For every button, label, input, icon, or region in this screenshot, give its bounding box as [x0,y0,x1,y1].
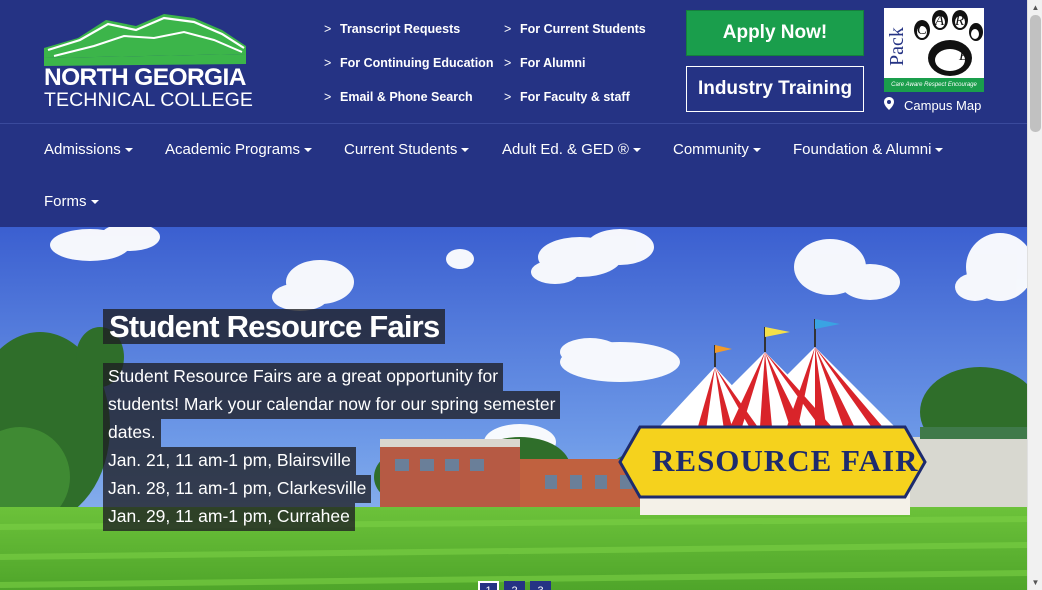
care-letter-c: C [917,22,928,38]
slide-date-clarkesville: Jan. 28, 11 am-1 pm, Clarkesville [103,475,372,503]
chevron-right-icon: > [504,90,512,104]
scroll-thumb[interactable] [1030,15,1041,132]
link-label: Transcript Requests [340,22,461,36]
campus-map-label: Campus Map [904,98,982,113]
slide-title: Student Resource Fairs [103,309,446,344]
logo-text-north-georgia: NORTH GEORGIA [44,64,246,91]
caret-down-icon [90,200,99,205]
chevron-right-icon: > [324,90,332,104]
slide-dot-3[interactable]: 3 [530,581,551,590]
nav-adult-ed-ged[interactable]: Adult Ed. & GED ® [502,141,641,158]
care-letter-e: E [959,48,969,64]
nav-label: Admissions [44,141,121,158]
logo-text-technical-college: TECHNICAL COLLEGE [44,89,254,111]
caret-down-icon [752,148,761,153]
link-for-current-students[interactable]: > For Current Students [504,22,646,36]
campus-map-link[interactable]: Campus Map [884,97,981,113]
page-scrollbar[interactable]: ▲ ▼ [1027,0,1042,590]
page: NORTH GEORGIA TECHNICAL COLLEGE > Transcr… [0,0,1027,590]
slide-date-blairsville: Jan. 21, 11 am-1 pm, Blairsville [103,447,356,475]
chevron-right-icon: > [504,56,512,70]
link-email-phone-search[interactable]: > Email & Phone Search [324,90,473,104]
quick-links: > Transcript Requests > For Current Studen… [324,16,664,116]
link-for-faculty-staff[interactable]: > For Faculty & staff [504,90,630,104]
pack-word: Pack [886,27,908,66]
caret-down-icon [935,148,944,153]
site-header: NORTH GEORGIA TECHNICAL COLLEGE > Transcr… [0,0,1027,123]
caret-down-icon [124,148,133,153]
link-label: For Continuing Education [340,56,494,70]
resource-fair-banner-text: RESOURCE FAIR [652,443,919,478]
slide-text-line: dates. [103,419,161,447]
main-navigation: Admissions Academic Programs Current Stu… [0,123,1027,227]
nav-label: Community [673,141,749,158]
nav-academic-programs[interactable]: Academic Programs [165,141,313,158]
nav-label: Academic Programs [165,141,301,158]
nav-foundation-alumni[interactable]: Foundation & Alumni [793,141,944,158]
scroll-down-arrow-icon[interactable]: ▼ [1028,575,1042,590]
industry-training-button[interactable]: Industry Training [686,66,864,112]
apply-now-button[interactable]: Apply Now! [686,10,864,56]
care-letter-r: R [955,13,965,29]
link-for-continuing-education[interactable]: > For Continuing Education [324,56,493,70]
scroll-up-arrow-icon[interactable]: ▲ [1028,0,1042,15]
hero-slider: RESOURCE FAIR Student Resource Fairs Stu… [0,227,1027,590]
link-label: Email & Phone Search [340,90,473,104]
slide-dot-1[interactable]: 1 [478,581,499,590]
pack-care-logo[interactable]: Pack C A R E Care Aware Respect Encourag… [884,8,984,92]
caret-down-icon [461,148,470,153]
slide-date-currahee: Jan. 29, 11 am-1 pm, Currahee [103,503,355,531]
chevron-right-icon: > [324,22,332,36]
slide-dot-2[interactable]: 2 [504,581,525,590]
nav-label: Foundation & Alumni [793,141,932,158]
slide-text-line: Student Resource Fairs are a great oppor… [103,363,504,391]
nav-label: Current Students [344,141,458,158]
care-letter-a: A [935,13,945,29]
nav-label: Forms [44,193,87,210]
college-logo[interactable]: NORTH GEORGIA TECHNICAL COLLEGE [44,12,254,111]
nav-admissions[interactable]: Admissions [44,141,133,158]
nav-label: Adult Ed. & GED ® [502,141,629,158]
caret-down-icon [632,148,641,153]
link-label: For Alumni [520,56,586,70]
mountain-logo-icon [44,14,246,66]
nav-community[interactable]: Community [673,141,761,158]
slide-text-line: students! Mark your calendar now for our… [103,391,561,419]
caret-down-icon [304,148,313,153]
map-pin-icon [884,97,904,113]
link-label: For Current Students [520,22,646,36]
chevron-right-icon: > [504,22,512,36]
nav-current-students[interactable]: Current Students [344,141,470,158]
nav-forms[interactable]: Forms [44,193,99,210]
slide-description: Student Resource Fairs are a great oppor… [103,363,573,531]
link-for-alumni[interactable]: > For Alumni [504,56,586,70]
pack-care-tagline: Care Aware Respect Encourage [884,78,984,92]
chevron-right-icon: > [324,56,332,70]
link-label: For Faculty & staff [520,90,630,104]
link-transcript-requests[interactable]: > Transcript Requests [324,22,460,36]
